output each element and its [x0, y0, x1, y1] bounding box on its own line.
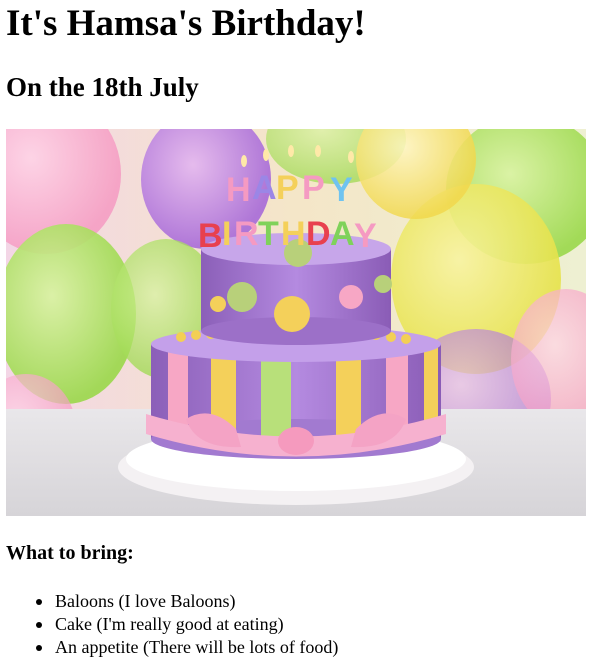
svg-text:A: A	[252, 169, 277, 207]
page-title: It's Hamsa's Birthday!	[6, 3, 366, 44]
list-item: An appetite (There will be lots of food)	[36, 636, 338, 659]
svg-text:I: I	[222, 215, 231, 253]
bullet-icon	[36, 599, 42, 605]
date-heading: On the 18th July	[6, 72, 199, 102]
svg-text:P: P	[302, 169, 325, 207]
svg-text:B: B	[198, 217, 223, 255]
bullet-icon	[36, 622, 42, 628]
svg-text:R: R	[234, 215, 259, 253]
svg-text:Y: Y	[330, 171, 353, 209]
birthday-cake-image: H A P P Y B I R T H D A Y	[6, 129, 586, 516]
list-item: Cake (I'm really good at eating)	[36, 613, 338, 636]
svg-text:P: P	[276, 169, 299, 207]
list-item: Baloons (I love Baloons)	[36, 590, 338, 613]
svg-text:Y: Y	[354, 217, 377, 255]
bullet-icon	[36, 645, 42, 651]
svg-text:H: H	[281, 215, 306, 253]
svg-text:H: H	[226, 171, 251, 209]
bring-list-heading: What to bring:	[6, 542, 134, 564]
svg-text:A: A	[330, 215, 355, 253]
bring-list: Baloons (I love Baloons) Cake (I'm reall…	[15, 590, 338, 659]
svg-text:D: D	[306, 215, 331, 253]
svg-text:T: T	[258, 215, 279, 253]
